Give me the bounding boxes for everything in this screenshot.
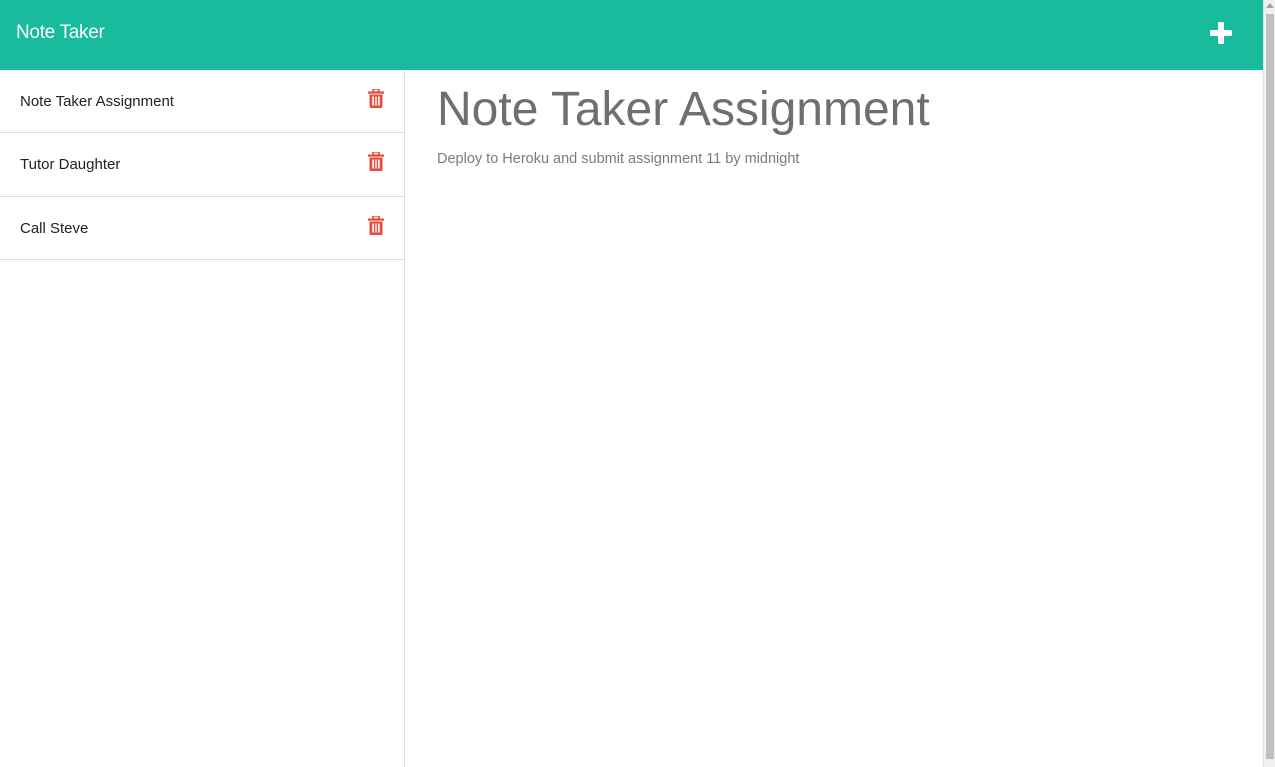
new-note-button[interactable] — [1206, 18, 1236, 48]
note-editor: Note Taker Assignment Deploy to Heroku a… — [405, 70, 1263, 767]
trash-icon[interactable] — [368, 151, 384, 171]
list-item[interactable]: Note Taker Assignment — [0, 70, 404, 133]
trash-icon[interactable] — [368, 215, 384, 235]
trash-icon[interactable] — [368, 88, 384, 108]
scroll-up-arrow-icon[interactable] — [1266, 3, 1274, 8]
note-text-field[interactable]: Deploy to Heroku and submit assignment 1… — [437, 151, 799, 167]
note-list-title: Call Steve — [20, 220, 89, 237]
vertical-scrollbar[interactable] — [1263, 0, 1275, 767]
note-list-title: Tutor Daughter — [20, 156, 121, 173]
note-list-title: Note Taker Assignment — [20, 93, 174, 110]
plus-icon — [1210, 22, 1232, 44]
note-title-field[interactable]: Note Taker Assignment — [437, 82, 930, 137]
app-viewport: Note Taker Note Taker Assignment Tutor D… — [0, 0, 1263, 767]
scrollbar-thumb[interactable] — [1266, 14, 1274, 759]
notes-sidebar: Note Taker Assignment Tutor Daughter Cal… — [0, 70, 405, 767]
list-item[interactable]: Call Steve — [0, 197, 404, 260]
list-item[interactable]: Tutor Daughter — [0, 133, 404, 197]
navbar: Note Taker — [0, 0, 1263, 70]
note-list: Note Taker Assignment Tutor Daughter Cal… — [0, 70, 404, 260]
brand-title[interactable]: Note Taker — [16, 22, 105, 44]
